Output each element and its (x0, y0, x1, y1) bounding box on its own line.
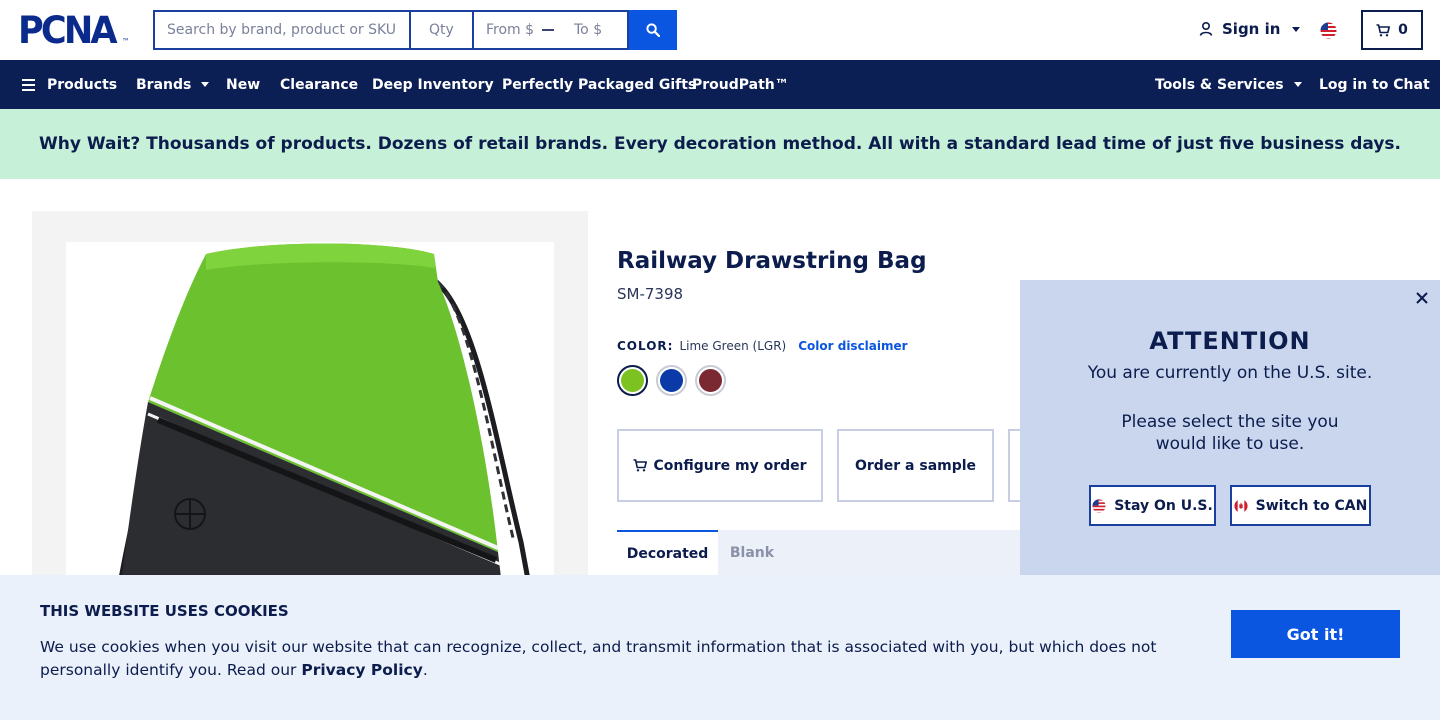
main-nav: Products Brands New Clearance Deep Inven… (0, 60, 1440, 109)
color-disclaimer-link[interactable]: Color disclaimer (798, 339, 907, 353)
cart-icon (1376, 23, 1391, 36)
range-dash (542, 29, 554, 31)
color-label: COLOR: (617, 339, 674, 353)
us-flag-region-selector[interactable] (1320, 22, 1337, 43)
site-region-popup: ATTENTION You are currently on the U.S. … (1020, 280, 1440, 575)
popup-current-site: You are currently on the U.S. site. (1087, 363, 1373, 383)
chevron-down-icon (201, 82, 210, 87)
color-swatches (617, 365, 726, 396)
swatch-burgundy[interactable] (695, 365, 726, 396)
product-title: Railway Drawstring Bag (617, 248, 927, 274)
site-header: PCNA ™ Sign in (0, 0, 1440, 60)
price-from-input[interactable] (474, 12, 534, 48)
nav-deep-inventory[interactable]: Deep Inventory (372, 60, 494, 109)
color-value: Lime Green (LGR) (679, 339, 787, 353)
cart-count: 0 (1398, 22, 1408, 38)
swatch-color (621, 369, 644, 392)
sign-in-label: Sign in (1222, 20, 1281, 38)
tab-decorated[interactable]: Decorated (617, 530, 718, 575)
order-sample-button[interactable]: Order a sample (837, 429, 994, 502)
nav-tools-label: Tools & Services (1155, 76, 1284, 93)
swatch-color (660, 369, 683, 392)
configure-order-button[interactable]: Configure my order (617, 429, 823, 502)
chevron-down-icon (1293, 82, 1302, 87)
nav-deep-inventory-label: Deep Inventory (372, 76, 494, 93)
popup-instruction-line2: would like to use. (1155, 434, 1305, 454)
product-tabs: Decorated Blank (617, 530, 1037, 575)
logo-trademark: ™ (121, 37, 130, 46)
nav-products[interactable]: Products (22, 60, 117, 109)
got-it-button[interactable]: Got it! (1231, 610, 1400, 658)
search-input[interactable] (153, 10, 411, 50)
nav-brands[interactable]: Brands (136, 60, 210, 109)
promo-banner: Why Wait? Thousands of products. Dozens … (0, 109, 1440, 179)
cookie-message: We use cookies when you visit our websit… (40, 636, 1160, 682)
configure-order-label: Configure my order (653, 457, 807, 474)
nav-brands-label: Brands (136, 76, 192, 93)
nav-log-in-chat[interactable]: Log in to Chat (1319, 60, 1430, 109)
privacy-policy-link[interactable]: Privacy Policy (301, 661, 423, 679)
menu-icon (22, 78, 35, 91)
nav-clearance[interactable]: Clearance (280, 60, 358, 109)
chevron-down-icon (1292, 26, 1301, 32)
qty-input[interactable] (411, 10, 474, 50)
cookie-text-end: . (422, 661, 428, 679)
price-range (474, 10, 629, 50)
logo-text: PCNA (18, 9, 118, 52)
popup-instruction-line1: Please select the site you (1121, 412, 1339, 432)
pcna-logo[interactable]: PCNA ™ (18, 9, 130, 52)
switch-to-can-button[interactable]: Switch to CAN (1230, 485, 1371, 526)
stay-on-us-button[interactable]: Stay On U.S. (1089, 485, 1216, 526)
search-icon (646, 23, 660, 37)
swatch-lime-green[interactable] (617, 365, 648, 396)
sign-in-menu[interactable]: Sign in (1198, 20, 1301, 38)
us-flag-icon (1320, 22, 1337, 39)
nav-chat-label: Log in to Chat (1319, 76, 1430, 93)
order-sample-label: Order a sample (854, 457, 977, 474)
popup-title: ATTENTION (1149, 327, 1311, 355)
nav-packaged-gifts-label: Perfectly Packaged Gifts (502, 76, 697, 93)
nav-proudpath[interactable]: ProudPath™ (692, 60, 789, 109)
promo-text: Why Wait? Thousands of products. Dozens … (38, 134, 1402, 154)
nav-proudpath-label: ProudPath™ (692, 76, 789, 93)
search-button[interactable] (629, 10, 677, 50)
search-bar (153, 10, 677, 50)
cookie-banner: THIS WEBSITE USES COOKIES We use cookies… (0, 575, 1440, 720)
product-sku: SM-7398 (617, 285, 684, 303)
cookie-title: THIS WEBSITE USES COOKIES (40, 602, 289, 620)
nav-clearance-label: Clearance (280, 76, 359, 93)
switch-to-can-label: Switch to CAN (1255, 497, 1368, 514)
stay-on-us-label: Stay On U.S. (1114, 497, 1213, 514)
nav-packaged-gifts[interactable]: Perfectly Packaged Gifts (502, 60, 696, 109)
cart-icon (633, 459, 648, 472)
nav-tools-services[interactable]: Tools & Services (1155, 60, 1302, 109)
cart-button[interactable]: 0 (1361, 10, 1423, 50)
us-flag-icon (1092, 498, 1106, 513)
tab-blank[interactable]: Blank (718, 530, 786, 575)
canada-flag-icon (1234, 498, 1248, 513)
nav-new-label: New (226, 76, 261, 93)
swatch-royal-blue[interactable] (656, 365, 687, 396)
price-to-input[interactable] (562, 12, 622, 48)
color-info: COLOR: Lime Green (LGR) Color disclaimer (617, 339, 908, 353)
nav-products-label: Products (47, 76, 118, 93)
swatch-color (699, 369, 722, 392)
user-icon (1199, 21, 1213, 36)
cookie-text: We use cookies when you visit our websit… (40, 638, 1157, 679)
tab-decorated-label: Decorated (626, 545, 709, 562)
close-icon[interactable] (1414, 290, 1430, 306)
nav-new[interactable]: New (226, 60, 260, 109)
tab-blank-label: Blank (729, 544, 775, 561)
